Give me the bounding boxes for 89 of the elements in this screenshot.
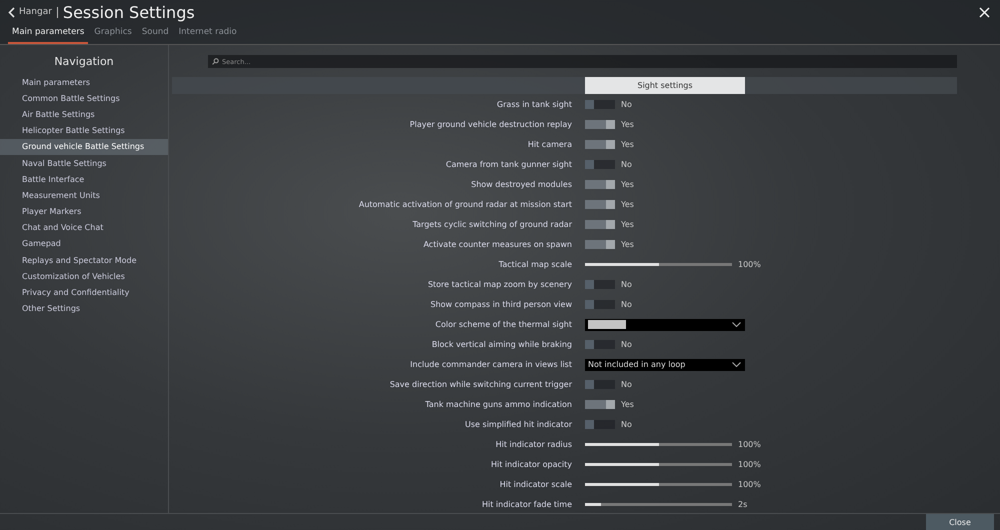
navigation-item[interactable]: Privacy and Confidentiality xyxy=(0,284,168,301)
toggle-value: Yes xyxy=(621,140,634,149)
toggle-value: Yes xyxy=(621,240,634,249)
slider-track[interactable] xyxy=(585,483,732,486)
navigation-item[interactable]: Customization of Vehicles xyxy=(0,268,168,284)
back-button[interactable]: Hangar xyxy=(8,6,52,18)
setting-label: Tank machine guns ammo indication xyxy=(424,400,572,410)
toggle-value: Yes xyxy=(621,200,634,209)
setting-label: Automatic activation of ground radar at mission start xyxy=(358,200,572,209)
navigation-item[interactable]: Chat and Voice Chat xyxy=(0,220,168,236)
toggle-switch[interactable] xyxy=(585,200,615,209)
navigation-title: Navigation xyxy=(53,55,115,68)
toggle-value: Yes xyxy=(621,220,634,229)
close-button[interactable]: Close xyxy=(926,514,994,530)
toggle-value: Yes xyxy=(621,400,634,410)
section-button[interactable]: Sight settings xyxy=(585,77,745,94)
setting-label: Hit camera xyxy=(526,140,572,149)
navigation-item[interactable]: Air Battle Settings xyxy=(0,106,168,123)
setting-label: Use simplified hit indicator xyxy=(464,420,572,430)
setting-label: Hit indicator fade time xyxy=(480,500,572,510)
navigation-item[interactable]: Common Battle Settings xyxy=(0,90,168,106)
slider-track[interactable] xyxy=(585,463,732,466)
setting-label: Tactical map scale xyxy=(498,260,572,269)
setting-label: Activate counter measures on spawn xyxy=(422,240,572,249)
setting-label: Grass in tank sight xyxy=(496,100,572,109)
navigation-item[interactable]: Gamepad xyxy=(0,236,168,252)
navigation-item[interactable]: Main parameters xyxy=(0,74,168,90)
setting-label: Store tactical map zoom by scenery xyxy=(426,280,572,289)
caret-icon xyxy=(732,322,741,328)
slider-value: 100% xyxy=(738,440,761,450)
slider-value: 2s xyxy=(738,500,748,510)
slider-value: 100% xyxy=(738,480,761,490)
toggle-switch[interactable] xyxy=(585,300,615,309)
navigation-item[interactable]: Other Settings xyxy=(0,300,168,317)
toggle-value: No xyxy=(621,300,632,309)
slider-track[interactable] xyxy=(585,503,732,506)
page-title: Session Settings xyxy=(62,2,196,22)
tab[interactable]: Sound xyxy=(138,24,173,44)
toggle-switch[interactable] xyxy=(585,180,615,189)
tab[interactable]: Graphics xyxy=(90,24,136,44)
toggle-switch[interactable] xyxy=(585,240,615,249)
toggle-value: No xyxy=(621,160,632,169)
tab[interactable]: Main parameters xyxy=(8,24,88,44)
setting-label: Targets cyclic switching of ground radar xyxy=(412,220,572,229)
toggle-switch[interactable] xyxy=(585,140,615,149)
navigation-item[interactable]: Battle Interface xyxy=(0,171,168,188)
toggle-switch[interactable] xyxy=(585,100,615,109)
navigation-item[interactable]: Player Markers xyxy=(0,204,168,220)
setting-label: Player ground vehicle destruction replay xyxy=(408,120,572,129)
dropdown[interactable]: Not included in any loop xyxy=(585,358,745,371)
setting-label: Block vertical aiming while braking xyxy=(430,340,572,350)
setting-label: Hit indicator radius xyxy=(494,440,572,450)
chevron-left-icon xyxy=(8,6,15,18)
toggle-switch[interactable] xyxy=(585,160,615,169)
setting-label: Show compass in third person view xyxy=(430,300,572,309)
toggle-switch[interactable] xyxy=(585,380,615,390)
setting-label: Color scheme of the thermal sight xyxy=(434,320,572,330)
color-scheme-dropdown[interactable] xyxy=(585,318,745,331)
setting-label: Camera from tank gunner sight xyxy=(444,160,572,169)
toggle-switch[interactable] xyxy=(585,340,615,350)
toggle-switch[interactable] xyxy=(585,120,615,129)
navigation-item[interactable]: Ground vehicle Battle Settings xyxy=(0,138,168,155)
slider-track[interactable] xyxy=(585,443,732,446)
setting-label: Save direction while switching current trigger xyxy=(388,380,572,390)
toggle-switch[interactable] xyxy=(585,420,615,430)
toggle-value: Yes xyxy=(621,120,634,129)
setting-label: Include commander camera in views list xyxy=(409,360,572,370)
navigation-item[interactable]: Replays and Spectator Mode xyxy=(0,252,168,268)
tab[interactable]: Internet radio xyxy=(174,24,241,44)
caret-icon xyxy=(732,362,741,368)
setting-label: Show destroyed modules xyxy=(470,180,572,189)
toggle-value: No xyxy=(621,380,632,390)
toggle-value: No xyxy=(621,340,632,350)
toggle-switch[interactable] xyxy=(585,400,615,410)
slider-track[interactable] xyxy=(585,262,732,266)
slider-value: 100% xyxy=(738,460,761,470)
toggle-value: No xyxy=(621,100,632,109)
setting-label: Hit indicator opacity xyxy=(490,460,572,470)
navigation-item[interactable]: Measurement Units xyxy=(0,187,168,204)
close-icon[interactable] xyxy=(979,6,990,18)
toggle-switch[interactable] xyxy=(585,220,615,229)
navigation-item[interactable]: Helicopter Battle Settings xyxy=(0,122,168,139)
toggle-switch[interactable] xyxy=(585,280,615,289)
navigation-item[interactable]: Naval Battle Settings xyxy=(0,154,168,172)
toggle-value: No xyxy=(621,280,632,289)
toggle-value: No xyxy=(621,420,632,430)
setting-label: Hit indicator scale xyxy=(498,480,572,490)
slider-value: 100% xyxy=(738,260,761,269)
toggle-value: Yes xyxy=(621,180,634,189)
